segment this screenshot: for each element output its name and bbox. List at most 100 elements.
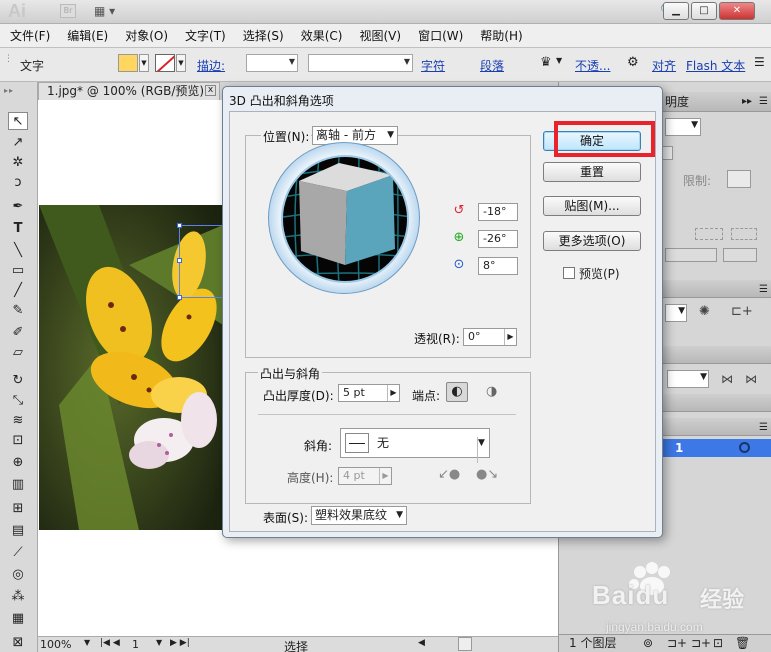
gradient-tool-icon[interactable]: ▤ bbox=[8, 522, 28, 540]
menu-select[interactable]: 选择(S) bbox=[243, 27, 284, 44]
artboard-tool-icon[interactable]: ⊠ bbox=[8, 634, 28, 652]
graph-tool-icon[interactable]: ▥ bbox=[8, 476, 28, 494]
flip-vertical-icon[interactable]: ⋈ bbox=[745, 372, 757, 386]
cap-off-icon[interactable]: ◑ bbox=[486, 384, 497, 399]
scroll-thumb[interactable] bbox=[458, 637, 472, 651]
align-link[interactable]: 对齐 bbox=[652, 57, 676, 74]
page-dropdown[interactable]: ▼ bbox=[156, 638, 162, 647]
layer-target-icon[interactable] bbox=[739, 442, 750, 453]
selection-handle[interactable] bbox=[177, 258, 182, 263]
type-tool-icon[interactable]: T bbox=[8, 220, 28, 238]
recolor-dropdown[interactable]: ▼ bbox=[556, 56, 562, 65]
panel-menu-icon[interactable]: ☰ bbox=[759, 280, 768, 300]
font-family-field[interactable]: ▼ bbox=[308, 54, 413, 72]
menu-object[interactable]: 对象(O) bbox=[125, 27, 168, 44]
eraser-tool-icon[interactable]: ▱ bbox=[8, 344, 28, 362]
panel-control[interactable] bbox=[665, 248, 717, 262]
scale-tool-icon[interactable]: ⤡ bbox=[8, 392, 28, 410]
stroke-weight-field[interactable]: ▼ bbox=[246, 54, 298, 72]
mesh-tool-icon[interactable]: ⊞ bbox=[8, 500, 28, 518]
character-link[interactable]: 字符 bbox=[421, 57, 445, 74]
blend-mode-dropdown[interactable]: ▼ bbox=[665, 118, 701, 136]
fill-swatch[interactable] bbox=[118, 54, 138, 72]
menu-edit[interactable]: 编辑(E) bbox=[67, 27, 108, 44]
symbol-sprayer-tool-icon[interactable]: ⁂ bbox=[8, 588, 28, 606]
close-icon[interactable]: x bbox=[205, 85, 216, 96]
bevel-extent-out-icon[interactable]: ↙● bbox=[438, 467, 460, 482]
paintbrush-tool-icon[interactable]: ╱ bbox=[8, 282, 28, 300]
extrude-depth-field[interactable]: 5 pt ▶ bbox=[338, 384, 400, 402]
first-page-icon[interactable]: |◀ ◀ bbox=[100, 638, 120, 648]
document-tab[interactable]: 1.jpg* @ 100% (RGB/预览) x bbox=[38, 82, 220, 100]
maximize-icon[interactable]: □ bbox=[691, 2, 717, 20]
scroll-left-icon[interactable]: ◀ bbox=[418, 638, 425, 648]
selection-bounding-box[interactable] bbox=[179, 225, 223, 298]
surface-dropdown[interactable]: 塑料效果底纹 ▼ bbox=[311, 506, 407, 525]
gear-icon[interactable]: ✺ bbox=[699, 304, 710, 319]
brush-dropdown[interactable]: ▼ bbox=[665, 304, 687, 322]
menu-file[interactable]: 文件(F) bbox=[10, 27, 50, 44]
more-options-button[interactable]: 更多选项(O) bbox=[543, 231, 641, 251]
bevel-extent-in-icon[interactable]: ●↘ bbox=[476, 467, 498, 482]
limit-field[interactable] bbox=[727, 170, 751, 188]
shape-builder-tool-icon[interactable]: ⊕ bbox=[8, 454, 28, 472]
cap-on-icon[interactable]: ◐ bbox=[446, 382, 468, 402]
zoom-level[interactable]: 100% bbox=[40, 638, 71, 651]
direct-selection-tool-icon[interactable]: ↗ bbox=[8, 134, 28, 152]
bevel-dropdown[interactable]: 无 ▼ bbox=[340, 428, 490, 463]
rectangle-tool-icon[interactable]: ▭ bbox=[8, 262, 28, 280]
eyedropper-tool-icon[interactable]: ⟋ bbox=[8, 544, 28, 562]
menu-effect[interactable]: 效果(C) bbox=[301, 27, 343, 44]
bevel-dropdown-arrow[interactable]: ▼ bbox=[477, 437, 489, 463]
status-mode[interactable]: 选择 bbox=[284, 638, 308, 652]
rotation-trackball[interactable] bbox=[268, 142, 420, 294]
zoom-dropdown[interactable]: ▼ bbox=[84, 638, 90, 647]
stroke-dropdown[interactable]: ▼ bbox=[176, 54, 186, 72]
new-item-icon[interactable]: ⊏+ bbox=[731, 304, 753, 319]
panel-menu-icon[interactable]: ☰ bbox=[759, 418, 768, 438]
reset-button[interactable]: 重置 bbox=[543, 162, 641, 182]
minimize-icon[interactable]: ▁ bbox=[663, 2, 689, 20]
menu-window[interactable]: 窗口(W) bbox=[418, 27, 463, 44]
preview-checkbox[interactable] bbox=[563, 267, 575, 279]
blob-brush-tool-icon[interactable]: ✐ bbox=[8, 324, 28, 342]
trackball-surface[interactable] bbox=[281, 155, 409, 283]
pencil-tool-icon[interactable]: ✎ bbox=[8, 302, 28, 320]
rotate-x-field[interactable]: -18° bbox=[478, 203, 518, 221]
map-art-button[interactable]: 贴图(M)... bbox=[543, 196, 641, 216]
next-page-icon[interactable]: ▶ ▶| bbox=[170, 638, 190, 648]
stroke-swatch[interactable] bbox=[155, 54, 175, 72]
arrange-documents-icon[interactable]: ▦ ▾ bbox=[94, 4, 115, 18]
line-tool-icon[interactable]: ╲ bbox=[8, 242, 28, 260]
free-transform-tool-icon[interactable]: ⊡ bbox=[8, 432, 28, 450]
rotate-tool-icon[interactable]: ↻ bbox=[8, 372, 28, 390]
lasso-tool-icon[interactable]: ↄ bbox=[8, 174, 28, 192]
opacity-link[interactable]: 不透... bbox=[575, 57, 610, 74]
rotate-z-field[interactable]: 8° bbox=[478, 257, 518, 275]
blend-tool-icon[interactable]: ◎ bbox=[8, 566, 28, 584]
magic-wand-tool-icon[interactable]: ✲ bbox=[8, 154, 28, 172]
fill-dropdown[interactable]: ▼ bbox=[139, 54, 149, 72]
selection-tool-icon[interactable]: ↖ bbox=[8, 112, 28, 130]
selection-handle[interactable] bbox=[177, 295, 182, 300]
flip-icon[interactable]: ⋈ bbox=[721, 372, 733, 386]
selection-handle[interactable] bbox=[177, 223, 182, 228]
menu-view[interactable]: 视图(V) bbox=[359, 27, 401, 44]
recolor-icon[interactable]: ♛ bbox=[540, 55, 552, 70]
menu-type[interactable]: 文字(T) bbox=[185, 27, 226, 44]
perspective-field[interactable]: 0° ▶ bbox=[463, 328, 517, 346]
flash-text-link[interactable]: Flash 文本 bbox=[686, 57, 745, 74]
panel-control[interactable] bbox=[723, 248, 757, 262]
page-number[interactable]: 1 bbox=[132, 638, 139, 651]
rotate-y-field[interactable]: -26° bbox=[478, 230, 518, 248]
bridge-button[interactable]: Br bbox=[60, 4, 76, 18]
column-graph-tool-icon[interactable]: ▦ bbox=[8, 610, 28, 628]
pen-tool-icon[interactable]: ✒ bbox=[8, 198, 28, 216]
panel-menu-icon[interactable]: ☰ bbox=[754, 55, 765, 69]
panel-menu-icon[interactable]: ☰ bbox=[759, 92, 768, 112]
expand-icon[interactable]: ▸▸ bbox=[742, 92, 752, 112]
stroke-link[interactable]: 描边: bbox=[197, 57, 225, 74]
panel-dropdown[interactable]: ▼ bbox=[667, 370, 709, 388]
gear-icon[interactable]: ⚙ bbox=[627, 55, 639, 70]
paragraph-link[interactable]: 段落 bbox=[480, 57, 504, 74]
